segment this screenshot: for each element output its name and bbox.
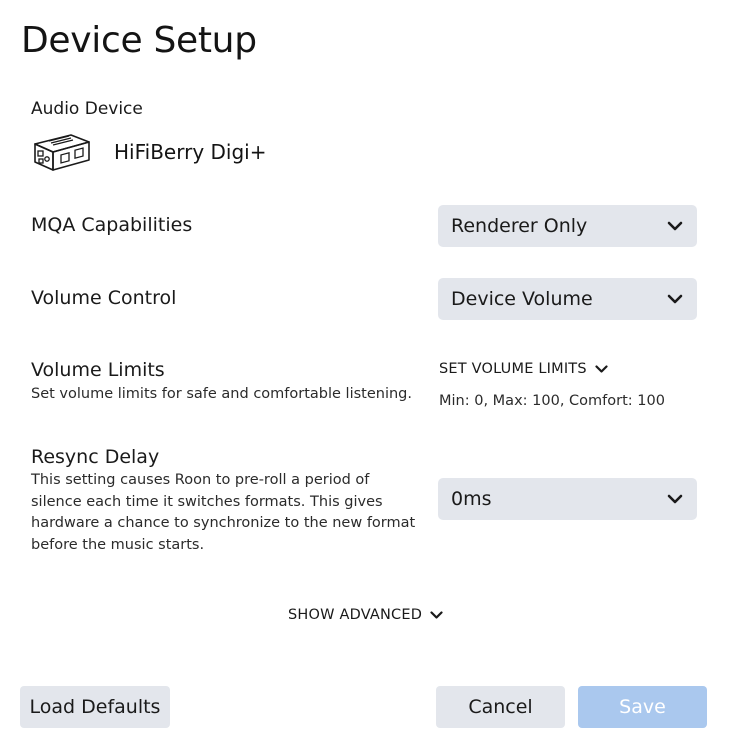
chevron-down-icon <box>595 365 608 373</box>
load-defaults-button[interactable]: Load Defaults <box>20 686 170 728</box>
show-advanced-button[interactable]: SHOW ADVANCED <box>288 607 443 623</box>
cancel-button[interactable]: Cancel <box>436 686 565 728</box>
show-advanced-label: SHOW ADVANCED <box>288 607 423 623</box>
volume-limits-description: Set volume limits for safe and comfortab… <box>31 386 412 402</box>
audio-device-label: Audio Device <box>31 99 143 119</box>
volume-control-value: Device Volume <box>451 288 593 310</box>
resync-delay-label: Resync Delay <box>31 446 160 468</box>
set-volume-limits-button[interactable]: SET VOLUME LIMITS <box>439 361 608 377</box>
resync-delay-description: This setting causes Roon to pre-roll a p… <box>31 470 426 556</box>
volume-control-select[interactable]: Device Volume <box>438 278 697 320</box>
mqa-capabilities-value: Renderer Only <box>451 215 588 237</box>
volume-control-label: Volume Control <box>31 287 177 309</box>
resync-delay-description-line: hardware a chance to synchronize to the … <box>31 515 416 531</box>
chevron-down-icon <box>667 294 683 304</box>
resync-delay-description-line: This setting causes Roon to pre-roll a p… <box>31 472 370 488</box>
set-volume-limits-label: SET VOLUME LIMITS <box>439 361 587 377</box>
volume-limits-summary: Min: 0, Max: 100, Comfort: 100 <box>439 393 665 409</box>
resync-delay-description-line: silence each time it switches formats. T… <box>31 493 383 510</box>
resync-delay-select[interactable]: 0ms <box>438 478 697 520</box>
save-button[interactable]: Save <box>578 686 707 728</box>
resync-delay-value: 0ms <box>451 488 492 510</box>
chevron-down-icon <box>667 221 683 231</box>
mqa-capabilities-label: MQA Capabilities <box>31 214 193 236</box>
volume-limits-label: Volume Limits <box>31 359 165 381</box>
resync-delay-description-line: before the music starts. <box>31 536 205 553</box>
audio-device-icon <box>34 134 90 171</box>
page-title: Device Setup <box>21 20 257 61</box>
audio-device-row: HiFiBerry Digi+ <box>31 128 266 176</box>
chevron-down-icon <box>430 611 443 619</box>
mqa-capabilities-select[interactable]: Renderer Only <box>438 205 697 247</box>
audio-device-name: HiFiBerry Digi+ <box>114 140 267 164</box>
chevron-down-icon <box>667 494 683 504</box>
